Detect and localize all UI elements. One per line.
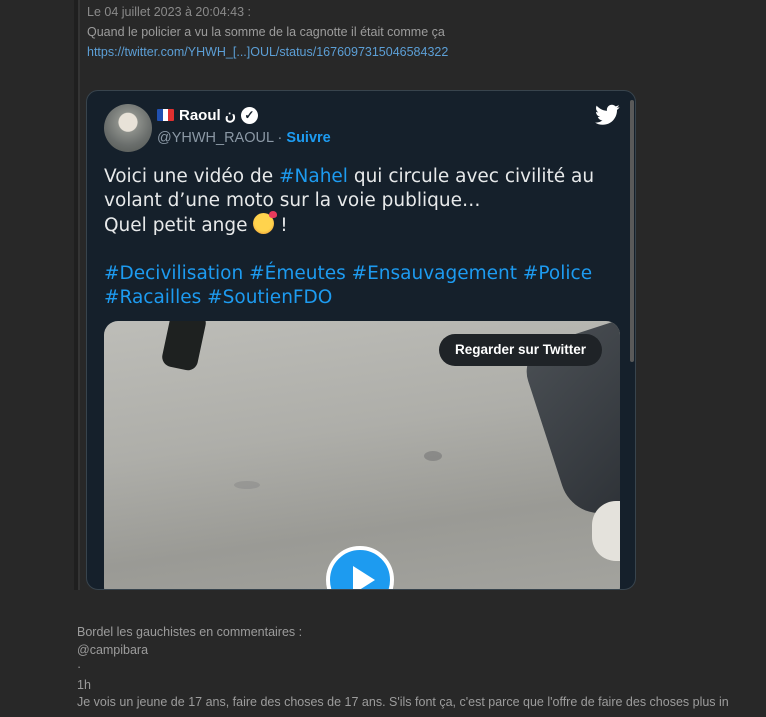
post-line: Bordel les gauchistes en commentaires : [77,625,303,639]
embed-scrollbar[interactable] [630,100,634,362]
tweet-line-1: Voici une vidéo de #Nahel qui circule av… [104,165,624,189]
tweet-line-3: Quel petit ange ! [104,211,624,238]
post-text: Bordel les gauchistes en commentaires : … [77,624,729,712]
tweet-text-segment: Voici une vidéo de [104,166,280,187]
author-name[interactable]: Raoul ن [179,106,236,124]
tweet-embed: Raoul ن ✓ @YHWH_RAOUL · Suivre Voici une… [86,90,636,590]
quote-date: Le 04 juillet 2023 à 20:04:43 : [87,5,252,19]
author-handle[interactable]: @YHWH_RAOUL [157,130,274,146]
video-thumbnail[interactable]: Regarder sur Twitter [104,321,620,589]
tweet-text: Voici une vidéo de #Nahel qui circule av… [104,165,624,310]
watch-on-twitter-button[interactable]: Regarder sur Twitter [439,334,603,366]
post-line: · [77,660,82,674]
hashtags-row-1: #Decivilisation #Émeutes #Ensauvagement … [104,262,624,286]
hashtag-link[interactable]: #Decivilisation [104,263,243,284]
hashtag-link[interactable]: #Ensauvagement [352,263,517,284]
quote-bar [70,0,82,590]
tweet-text-segment: Quel petit ange [104,215,254,236]
tweet-line-2: volant d’une moto sur la voie publique… [104,190,481,211]
hashtag-link[interactable]: #Police [523,263,592,284]
play-icon[interactable] [326,546,394,589]
post-line: Je vois un jeune de 17 ans, faire des ch… [77,695,729,709]
handle-row: @YHWH_RAOUL · Suivre [157,130,331,146]
separator: · [273,130,287,146]
quote-header: Le 04 juillet 2023 à 20:04:43 : Quand le… [87,4,448,61]
verified-badge-icon: ✓ [240,106,258,124]
quote-text: Quand le policier a vu la somme de la ca… [87,25,445,39]
france-flag-icon [157,109,174,121]
post-line: 1h [77,677,91,692]
hashtag-link[interactable]: #Racailles [104,287,201,308]
post-line: @campibara [77,642,149,657]
avatar[interactable] [104,104,152,152]
tweet-text-segment: ! [274,215,288,236]
twitter-bird-icon[interactable] [595,104,620,126]
follow-link[interactable]: Suivre [286,130,330,146]
author-row[interactable]: Raoul ن ✓ [157,106,258,124]
tweet-text-segment: qui circule avec civilité au [347,166,595,187]
hashtag-link[interactable]: #Émeutes [249,263,346,284]
smiling-face-with-hearts-icon [253,211,278,234]
tweet-link[interactable]: https://twitter.com/YHWH_[...]OUL/status… [87,44,448,61]
hashtag-link[interactable]: #SoutienFDO [207,287,332,308]
hashtags-row-2: #Racailles #SoutienFDO [104,286,624,310]
hashtag-link[interactable]: #Nahel [279,166,348,187]
